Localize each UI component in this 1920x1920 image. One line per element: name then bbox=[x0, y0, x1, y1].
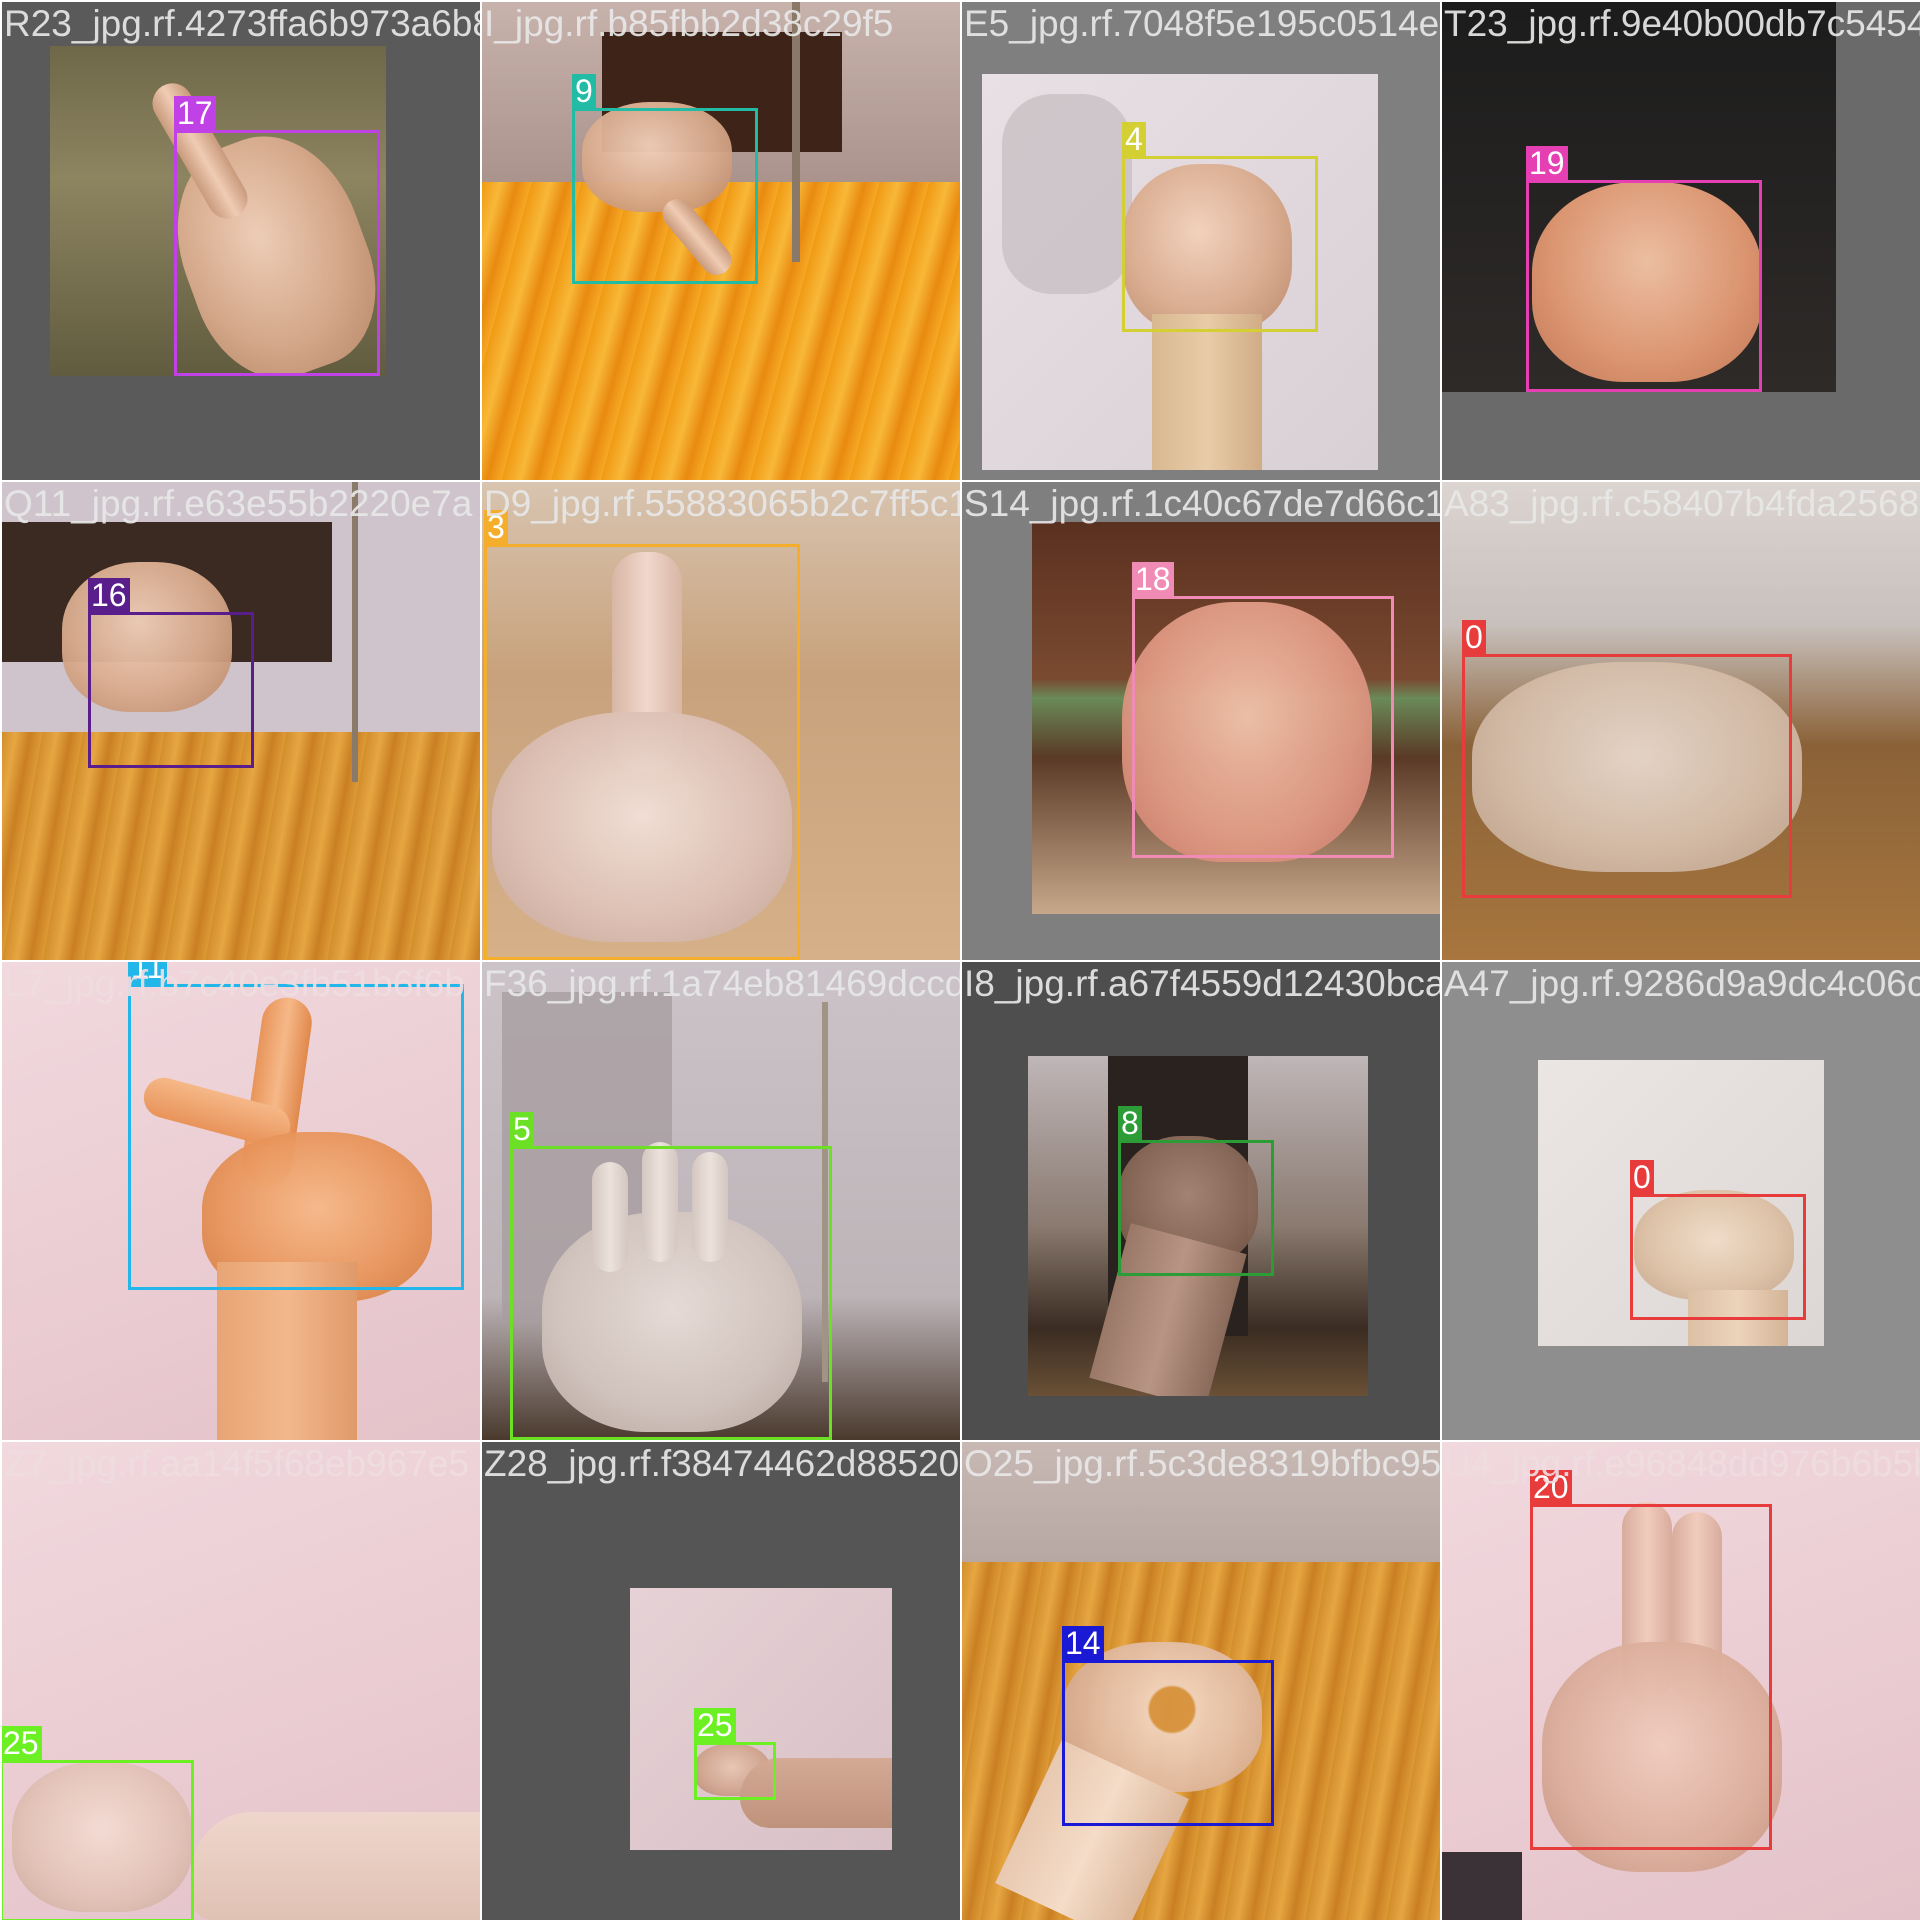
image-tile: 5 F36_jpg.rf.1a74eb81469dccd1 bbox=[482, 962, 960, 1440]
class-label: 0 bbox=[1462, 620, 1486, 654]
bounding-box: 3 bbox=[484, 510, 800, 960]
class-label: 17 bbox=[174, 96, 216, 130]
image-tile: 18 S14_jpg.rf.1c40c67de7d66c1f bbox=[962, 482, 1440, 960]
class-label: 4 bbox=[1122, 122, 1146, 156]
image-tile: 0 A47_jpg.rf.9286d9a9dc4c06c7 bbox=[1442, 962, 1920, 1440]
hand-photo bbox=[630, 1588, 892, 1850]
bounding-box: 17 bbox=[174, 96, 380, 376]
image-tile: 20 U4_jpg.rf.e96848dd976b6b5b bbox=[1442, 1442, 1920, 1920]
image-tile: 25 Z7_jpg.rf.aa14f5f68eb967e5 bbox=[2, 1442, 480, 1920]
bounding-box: 14 bbox=[1062, 1626, 1274, 1826]
bounding-box: 0 bbox=[1630, 1160, 1806, 1320]
image-tile: 8 I8_jpg.rf.a67f4559d12430bca bbox=[962, 962, 1440, 1440]
image-tile: 19 T23_jpg.rf.9e40b00db7c54544 bbox=[1442, 2, 1920, 480]
class-label: 18 bbox=[1132, 562, 1174, 596]
image-tile: 9 I_jpg.rf.b85fbb2d38c29f5 bbox=[482, 2, 960, 480]
class-label: 16 bbox=[88, 578, 130, 612]
image-tile: 4 E5_jpg.rf.7048f5e195c0514ea2d6 bbox=[962, 2, 1440, 480]
bounding-box: 5 bbox=[510, 1112, 832, 1440]
class-label: 25 bbox=[2, 1726, 42, 1760]
bounding-box: 19 bbox=[1526, 146, 1762, 392]
bounding-box: 11 bbox=[128, 962, 464, 1290]
image-tile: 14 O25_jpg.rf.5c3de8319bfbc956 bbox=[962, 1442, 1440, 1920]
bounding-box: 25 bbox=[2, 1726, 194, 1920]
image-tile: 3 D9_jpg.rf.55883065b2c7ff5c10 bbox=[482, 482, 960, 960]
class-label: 9 bbox=[572, 74, 596, 108]
image-tile: 25 Z28_jpg.rf.f38474462d8852091 bbox=[482, 1442, 960, 1920]
class-label: 8 bbox=[1118, 1106, 1142, 1140]
bounding-box: 9 bbox=[572, 74, 758, 284]
bounding-box: 4 bbox=[1122, 122, 1318, 332]
class-label: 20 bbox=[1530, 1470, 1572, 1504]
bounding-box: 0 bbox=[1462, 620, 1792, 898]
class-label: 14 bbox=[1062, 1626, 1104, 1660]
bounding-box: 16 bbox=[88, 578, 254, 768]
class-label: 19 bbox=[1526, 146, 1568, 180]
class-label: 5 bbox=[510, 1112, 534, 1146]
bounding-box: 8 bbox=[1118, 1106, 1274, 1276]
detection-mosaic: 17 R23_jpg.rf.4273ffa6b973a6b88cbf29f822… bbox=[0, 0, 1920, 1920]
bounding-box: 18 bbox=[1132, 562, 1394, 858]
class-label: 3 bbox=[484, 510, 508, 544]
class-label: 25 bbox=[694, 1708, 736, 1742]
class-label: 0 bbox=[1630, 1160, 1654, 1194]
bounding-box: 25 bbox=[694, 1708, 776, 1800]
image-tile: 17 R23_jpg.rf.4273ffa6b973a6b88cbf29f822… bbox=[2, 2, 480, 480]
image-tile: 11 L7_jpg.rf.b7c40e3fb51b6f6b bbox=[2, 962, 480, 1440]
class-label: 11 bbox=[128, 962, 168, 984]
bounding-box: 20 bbox=[1530, 1470, 1772, 1850]
image-tile: 0 A83_jpg.rf.c58407b4fda2568 bbox=[1442, 482, 1920, 960]
image-tile: 16 Q11_jpg.rf.e63e55b2220e7a bbox=[2, 482, 480, 960]
